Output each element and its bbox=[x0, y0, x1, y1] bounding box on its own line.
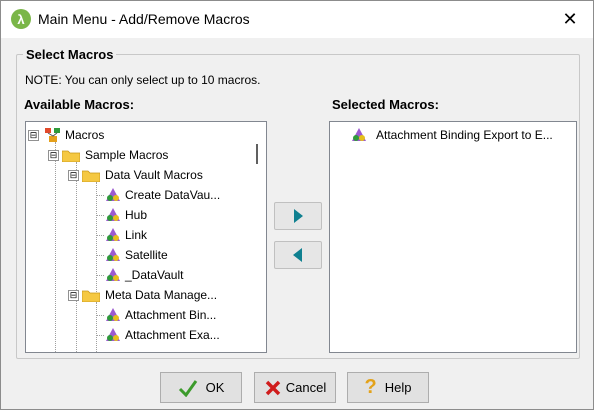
macro-icon bbox=[106, 228, 120, 241]
macro-icon bbox=[106, 268, 120, 281]
cancel-x-icon bbox=[265, 380, 281, 395]
macro-icon bbox=[352, 128, 366, 141]
tree-item-label: Macros bbox=[65, 128, 105, 142]
help-question-icon: ? bbox=[364, 376, 377, 398]
tree-item-satellite[interactable]: Satellite bbox=[96, 245, 168, 265]
selection-limit-note: NOTE: You can only select up to 10 macro… bbox=[25, 73, 261, 87]
arrow-right-icon bbox=[294, 209, 303, 223]
ok-button[interactable]: OK bbox=[160, 372, 242, 403]
tree-item-label: Attachment Bin... bbox=[125, 308, 217, 322]
window-title: Main Menu - Add/Remove Macros bbox=[38, 11, 250, 27]
remove-macro-button[interactable] bbox=[274, 241, 322, 269]
close-button[interactable]: ✕ bbox=[547, 1, 593, 38]
tree-item-label: Satellite bbox=[125, 248, 168, 262]
tree-item-label: Meta Data Manage... bbox=[105, 288, 218, 302]
collapse-icon[interactable]: ⊟ bbox=[68, 170, 79, 181]
group-title: Select Macros bbox=[23, 47, 117, 62]
selected-item[interactable]: Attachment Binding Export to E... bbox=[350, 125, 553, 145]
tree-item-attachment-bin[interactable]: Attachment Bin... bbox=[96, 305, 216, 325]
macro-icon bbox=[106, 328, 120, 341]
collapse-icon[interactable]: ⊟ bbox=[28, 130, 39, 141]
folder-icon bbox=[82, 290, 100, 302]
selected-item-label: Attachment Binding Export to E... bbox=[376, 128, 553, 142]
selected-macros-list[interactable]: Attachment Binding Export to E... bbox=[329, 121, 577, 353]
app-icon: λ bbox=[11, 9, 31, 29]
available-macros-tree[interactable]: ⊟ Macros ⊟ Sample Macros ⊟ Data Vault Ma… bbox=[25, 121, 267, 353]
tree-item-hub[interactable]: Hub bbox=[96, 205, 147, 225]
arrow-left-icon bbox=[293, 248, 302, 262]
tree-item-macros[interactable]: ⊟ Macros bbox=[28, 125, 104, 145]
macro-icon bbox=[106, 188, 120, 201]
macro-icon bbox=[106, 248, 120, 261]
ok-label: OK bbox=[205, 380, 225, 395]
macro-icon bbox=[106, 208, 120, 221]
tree-scrollbar-thumb[interactable] bbox=[256, 144, 258, 164]
cancel-button[interactable]: Cancel bbox=[254, 372, 336, 403]
tree-item-attachment-exa[interactable]: Attachment Exa... bbox=[96, 325, 220, 345]
tree-item-create-datavault[interactable]: Create DataVau... bbox=[96, 185, 220, 205]
tree-item-label: Hub bbox=[125, 208, 148, 222]
available-macros-label: Available Macros: bbox=[24, 97, 135, 112]
tree-item-label: Create DataVau... bbox=[125, 188, 221, 202]
add-macro-button[interactable] bbox=[274, 202, 322, 230]
tree-item-label: Sample Macros bbox=[85, 148, 169, 162]
app-icon-glyph: λ bbox=[17, 11, 25, 27]
title-bar: λ Main Menu - Add/Remove Macros ✕ bbox=[1, 1, 593, 38]
tree-item-label: _DataVault bbox=[125, 268, 184, 282]
tree-connector bbox=[76, 162, 77, 352]
tree-item-link[interactable]: Link bbox=[96, 225, 147, 245]
tree-item-label: Attachment Exa... bbox=[125, 328, 220, 342]
tree-item-label: Link bbox=[125, 228, 148, 242]
folder-icon bbox=[82, 170, 100, 182]
tree-item-label: Data Vault Macros bbox=[105, 168, 203, 182]
tree-item-sample-macros[interactable]: ⊟ Sample Macros bbox=[48, 145, 168, 165]
help-button[interactable]: ? Help bbox=[347, 372, 429, 403]
collapse-icon[interactable]: ⊟ bbox=[68, 290, 79, 301]
help-label: Help bbox=[384, 380, 412, 395]
collapse-icon[interactable]: ⊟ bbox=[48, 150, 59, 161]
close-icon: ✕ bbox=[562, 9, 578, 29]
tree-connector bbox=[55, 142, 56, 352]
dialog-window: λ Main Menu - Add/Remove Macros ✕ Select… bbox=[0, 0, 594, 410]
check-icon bbox=[178, 379, 197, 397]
macro-root-icon bbox=[45, 128, 60, 142]
cancel-label: Cancel bbox=[285, 380, 327, 395]
selected-macros-label: Selected Macros: bbox=[332, 97, 439, 112]
tree-item-meta-data-manage[interactable]: ⊟ Meta Data Manage... bbox=[68, 285, 217, 305]
macro-icon bbox=[106, 308, 120, 321]
tree-item-data-vault-macros[interactable]: ⊟ Data Vault Macros bbox=[68, 165, 203, 185]
folder-icon bbox=[62, 150, 80, 162]
tree-item-datavault[interactable]: _DataVault bbox=[96, 265, 183, 285]
